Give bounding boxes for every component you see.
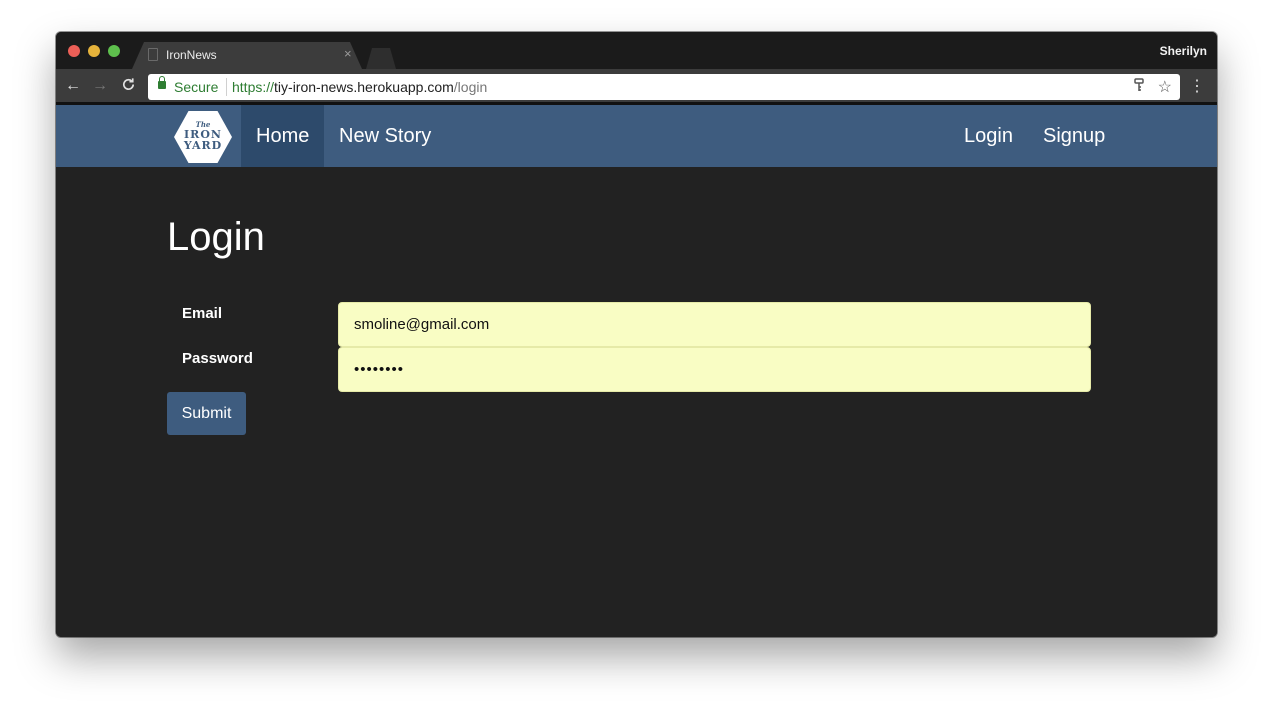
secure-label: Secure [174,79,219,95]
browser-menu-icon[interactable]: ⋮ [1189,76,1205,96]
password-field[interactable] [338,347,1091,392]
url-path: /login [453,79,488,95]
tab-title: IronNews [166,48,217,62]
nav-signup-link[interactable]: Signup [1028,105,1120,167]
close-tab-icon[interactable]: × [344,46,352,61]
back-arrow-icon[interactable]: ← [65,77,81,95]
url-protocol: https:// [232,79,275,95]
page-title: Login [167,215,265,259]
logo-yard: YARD [183,139,223,152]
address-bar[interactable]: Secure https://tiy-iron-news.herokuapp.c… [148,74,1180,100]
profile-name[interactable]: Sherilyn [1160,44,1207,58]
minimize-window-button[interactable] [88,45,100,57]
password-label: Password [182,350,253,367]
key-icon[interactable] [1134,78,1144,95]
forward-arrow-icon[interactable]: → [92,77,108,95]
lock-icon [158,76,166,89]
url-text[interactable]: https://tiy-iron-news.herokuapp.com/logi… [232,79,487,95]
address-divider [226,78,227,96]
nav-login-link[interactable]: Login [949,105,1028,167]
reload-glyph [123,78,135,90]
email-field[interactable] [338,302,1091,347]
reload-icon[interactable] [121,77,136,97]
bookmark-star-icon[interactable]: ☆ [1158,77,1172,97]
new-tab-button[interactable] [366,48,396,69]
tab-strip: IronNews × Sherilyn [56,32,1217,69]
browser-window: IronNews × Sherilyn ← → Secure https://t… [56,32,1217,637]
url-host: tiy-iron-news.herokuapp.com [274,79,454,95]
key-glyph [1134,78,1144,91]
browser-toolbar: ← → Secure https://tiy-iron-news.herokua… [56,69,1217,105]
submit-button[interactable]: Submit [167,392,246,435]
email-label: Email [182,305,223,322]
site-navbar: The IRON YARD Home New Story Login Signu… [56,105,1217,167]
nav-new-story-link[interactable]: New Story [324,105,446,167]
iron-yard-logo[interactable]: The IRON YARD [174,111,232,163]
tab-ironnews[interactable]: IronNews × [132,42,362,69]
maximize-window-button[interactable] [108,45,120,57]
page-icon [148,48,158,61]
close-window-button[interactable] [68,45,80,57]
nav-home-link[interactable]: Home [241,105,325,167]
page-content: Login Email Password Submit [56,167,1217,637]
